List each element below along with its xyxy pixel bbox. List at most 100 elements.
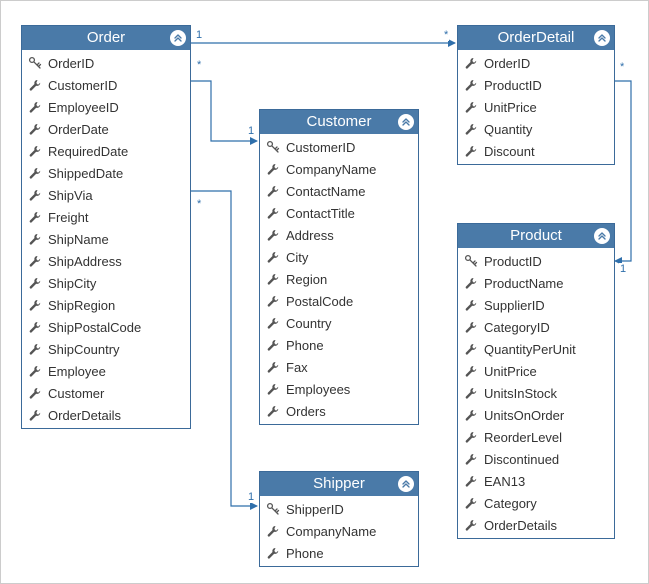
- attribute-row[interactable]: ShipperID: [260, 498, 418, 520]
- attribute-row[interactable]: UnitsOnOrder: [458, 404, 614, 426]
- attribute-row[interactable]: OrderID: [22, 52, 190, 74]
- attribute-row[interactable]: City: [260, 246, 418, 268]
- wrench-icon: [266, 162, 280, 176]
- attribute-label: PostalCode: [286, 294, 353, 309]
- entity-customer[interactable]: Customer CustomerID CompanyName ContactNam…: [259, 109, 419, 425]
- attribute-row[interactable]: ContactName: [260, 180, 418, 202]
- attribute-row[interactable]: UnitPrice: [458, 360, 614, 382]
- attribute-row[interactable]: ShipRegion: [22, 294, 190, 316]
- wrench-icon: [28, 298, 42, 312]
- wrench-icon: [28, 342, 42, 356]
- attribute-row[interactable]: SupplierID: [458, 294, 614, 316]
- attribute-label: Quantity: [484, 122, 532, 137]
- cardinality-label: 1: [247, 491, 255, 503]
- attribute-label: CompanyName: [286, 162, 376, 177]
- attribute-row[interactable]: Category: [458, 492, 614, 514]
- attribute-row[interactable]: ProductID: [458, 74, 614, 96]
- wrench-icon: [266, 546, 280, 560]
- attribute-label: OrderID: [484, 56, 530, 71]
- attribute-row[interactable]: RequiredDate: [22, 140, 190, 162]
- attribute-label: UnitsOnOrder: [484, 408, 564, 423]
- attribute-label: Orders: [286, 404, 326, 419]
- entity-orderdetail[interactable]: OrderDetail OrderID ProductID UnitPrice Qua…: [457, 25, 615, 165]
- attribute-row[interactable]: ContactTitle: [260, 202, 418, 224]
- attribute-row[interactable]: OrderDetails: [22, 404, 190, 426]
- entity-header[interactable]: OrderDetail: [458, 26, 614, 50]
- entity-shipper[interactable]: Shipper ShipperIDCompanyName Phone: [259, 471, 419, 567]
- attribute-label: Fax: [286, 360, 308, 375]
- attribute-row[interactable]: ShipPostalCode: [22, 316, 190, 338]
- attribute-row[interactable]: Region: [260, 268, 418, 290]
- entity-header[interactable]: Product: [458, 224, 614, 248]
- attribute-label: OrderID: [48, 56, 94, 71]
- attribute-row[interactable]: Discontinued: [458, 448, 614, 470]
- attribute-row[interactable]: Phone: [260, 334, 418, 356]
- attribute-row[interactable]: EAN13: [458, 470, 614, 492]
- attribute-row[interactable]: ShipCountry: [22, 338, 190, 360]
- wrench-icon: [464, 342, 478, 356]
- attribute-row[interactable]: CustomerID: [260, 136, 418, 158]
- entity-order[interactable]: Order OrderID CustomerIDEmployeeID OrderDa…: [21, 25, 191, 429]
- attribute-row[interactable]: Address: [260, 224, 418, 246]
- entity-body: CustomerID CompanyName ContactNameContactT…: [260, 134, 418, 424]
- attribute-label: ProductName: [484, 276, 563, 291]
- attribute-row[interactable]: ProductName: [458, 272, 614, 294]
- entity-header[interactable]: Shipper: [260, 472, 418, 496]
- attribute-label: Discount: [484, 144, 535, 159]
- attribute-row[interactable]: ShipCity: [22, 272, 190, 294]
- attribute-row[interactable]: ShipName: [22, 228, 190, 250]
- entity-product[interactable]: Product ProductIDProductNameSupplierIDCa…: [457, 223, 615, 539]
- attribute-label: Employee: [48, 364, 106, 379]
- collapse-icon[interactable]: [398, 114, 414, 130]
- attribute-row[interactable]: ShipAddress: [22, 250, 190, 272]
- collapse-icon[interactable]: [594, 30, 610, 46]
- attribute-row[interactable]: Country: [260, 312, 418, 334]
- attribute-row[interactable]: ShippedDate: [22, 162, 190, 184]
- attribute-row[interactable]: OrderID: [458, 52, 614, 74]
- attribute-row[interactable]: Orders: [260, 400, 418, 422]
- attribute-row[interactable]: UnitPrice: [458, 96, 614, 118]
- entity-header[interactable]: Customer: [260, 110, 418, 134]
- wrench-icon: [464, 100, 478, 114]
- attribute-row[interactable]: Phone: [260, 542, 418, 564]
- attribute-row[interactable]: Quantity: [458, 118, 614, 140]
- attribute-row[interactable]: CompanyName: [260, 520, 418, 542]
- attribute-row[interactable]: EmployeeID: [22, 96, 190, 118]
- collapse-icon[interactable]: [398, 476, 414, 492]
- attribute-row[interactable]: ShipVia: [22, 184, 190, 206]
- attribute-row[interactable]: UnitsInStock: [458, 382, 614, 404]
- attribute-row[interactable]: Employees: [260, 378, 418, 400]
- wrench-icon: [266, 360, 280, 374]
- collapse-icon[interactable]: [170, 30, 186, 46]
- attribute-row[interactable]: Freight: [22, 206, 190, 228]
- attribute-row[interactable]: ProductID: [458, 250, 614, 272]
- attribute-row[interactable]: PostalCode: [260, 290, 418, 312]
- attribute-row[interactable]: CompanyName: [260, 158, 418, 180]
- attribute-label: ShipName: [48, 232, 109, 247]
- entity-body: ProductID ProductName SupplierIDCategoryID…: [458, 248, 614, 538]
- wrench-icon: [464, 408, 478, 422]
- wrench-icon: [28, 232, 42, 246]
- attribute-row[interactable]: QuantityPerUnit: [458, 338, 614, 360]
- key-icon: [28, 56, 42, 70]
- entity-title: Product: [510, 227, 562, 244]
- attribute-label: UnitsInStock: [484, 386, 557, 401]
- collapse-icon[interactable]: [594, 228, 610, 244]
- attribute-label: OrderDate: [48, 122, 109, 137]
- attribute-label: Phone: [286, 546, 324, 561]
- attribute-row[interactable]: CustomerID: [22, 74, 190, 96]
- attribute-row[interactable]: OrderDetails: [458, 514, 614, 536]
- attribute-label: UnitPrice: [484, 100, 537, 115]
- attribute-row[interactable]: ReorderLevel: [458, 426, 614, 448]
- attribute-row[interactable]: CategoryID: [458, 316, 614, 338]
- attribute-label: Freight: [48, 210, 88, 225]
- attribute-row[interactable]: Discount: [458, 140, 614, 162]
- wrench-icon: [464, 474, 478, 488]
- attribute-row[interactable]: Fax: [260, 356, 418, 378]
- attribute-row[interactable]: Customer: [22, 382, 190, 404]
- attribute-label: Address: [286, 228, 334, 243]
- wrench-icon: [464, 430, 478, 444]
- attribute-row[interactable]: OrderDate: [22, 118, 190, 140]
- entity-header[interactable]: Order: [22, 26, 190, 50]
- attribute-row[interactable]: Employee: [22, 360, 190, 382]
